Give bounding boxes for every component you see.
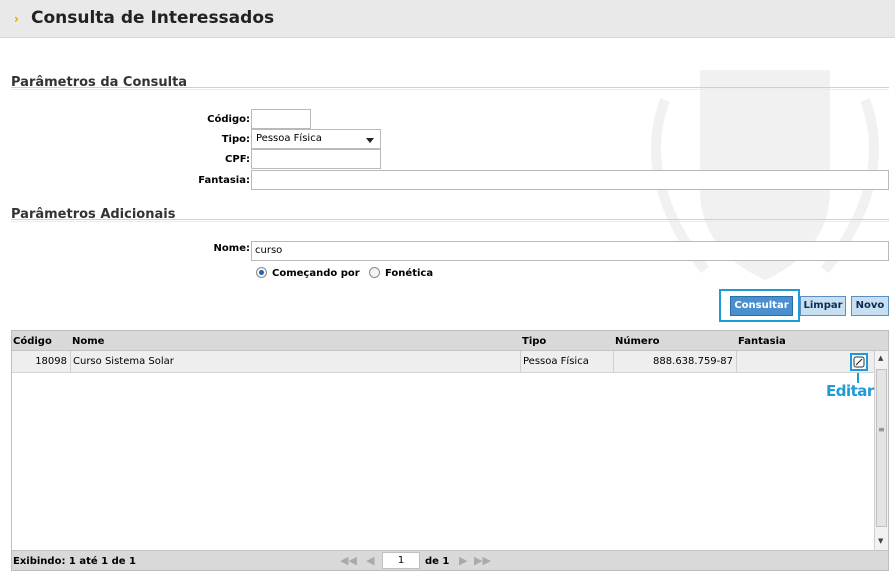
grid-scrollbar[interactable]: ▲ ≡ ▼	[874, 351, 888, 550]
nome-label: Nome:	[213, 243, 250, 254]
radio-begins[interactable]	[256, 267, 267, 278]
grid-info: Exibindo: 1 até 1 de 1	[13, 556, 136, 567]
cell-divider	[70, 351, 71, 373]
novo-button[interactable]: Novo	[851, 296, 889, 316]
consultar-button[interactable]: Consultar	[730, 296, 793, 316]
cell-codigo: 18098	[35, 356, 67, 367]
cpf-label: CPF:	[225, 154, 250, 165]
section-divider	[11, 87, 889, 90]
codigo-input[interactable]	[251, 109, 311, 129]
fantasia-input[interactable]	[251, 170, 889, 190]
scroll-up-icon[interactable]: ▲	[878, 354, 883, 362]
codigo-label: Código:	[207, 114, 250, 125]
page-title: Consulta de Interessados	[31, 8, 275, 28]
chevron-down-icon	[366, 138, 374, 143]
page-of: de 1	[425, 556, 450, 567]
edit-annotation: Editar	[826, 382, 874, 400]
radio-begins-label: Começando por	[272, 268, 360, 279]
last-page-icon[interactable]: ▶▶	[474, 554, 491, 567]
section-divider	[11, 219, 889, 222]
cell-tipo: Pessoa Física	[523, 356, 589, 367]
table-row[interactable]: 18098 Curso Sistema Solar Pessoa Física …	[12, 351, 874, 373]
grid-header: Código Nome Tipo Número Fantasia	[12, 331, 888, 351]
results-grid: Código Nome Tipo Número Fantasia 18098 C…	[11, 330, 889, 571]
column-header-numero[interactable]: Número	[615, 336, 660, 347]
column-header-nome[interactable]: Nome	[72, 336, 104, 347]
grid-footer: Exibindo: 1 até 1 de 1 ◀◀ ◀ 1 de 1 ▶ ▶▶	[12, 550, 888, 570]
tipo-select-value: Pessoa Física	[256, 133, 322, 144]
edit-icon[interactable]	[850, 353, 868, 371]
cpf-input[interactable]	[251, 149, 381, 169]
chevron-right-icon: ›	[14, 12, 19, 26]
page-header: › Consulta de Interessados	[0, 0, 895, 38]
limpar-button[interactable]: Limpar	[800, 296, 846, 316]
column-header-tipo[interactable]: Tipo	[522, 336, 546, 347]
cell-divider	[613, 351, 614, 373]
page-number-input[interactable]: 1	[382, 552, 420, 569]
radio-phonetic-label: Fonética	[385, 268, 434, 279]
column-header-fantasia[interactable]: Fantasia	[738, 336, 786, 347]
scroll-down-icon[interactable]: ▼	[878, 537, 883, 545]
radio-phonetic[interactable]	[369, 267, 380, 278]
next-page-icon[interactable]: ▶	[459, 554, 467, 567]
first-page-icon[interactable]: ◀◀	[340, 554, 357, 567]
tipo-select[interactable]: Pessoa Física	[251, 129, 381, 149]
grip-icon: ≡	[878, 425, 885, 434]
cell-divider	[520, 351, 521, 373]
column-header-codigo[interactable]: Código	[13, 336, 52, 347]
cell-divider	[736, 351, 737, 373]
prev-page-icon[interactable]: ◀	[366, 554, 374, 567]
scrollbar-thumb[interactable]	[876, 369, 887, 527]
cell-numero: 888.638.759-87	[653, 356, 733, 367]
cell-nome: Curso Sistema Solar	[73, 356, 174, 367]
tipo-label: Tipo:	[221, 134, 250, 145]
nome-input[interactable]: curso	[251, 241, 889, 261]
fantasia-label: Fantasia:	[198, 175, 250, 186]
